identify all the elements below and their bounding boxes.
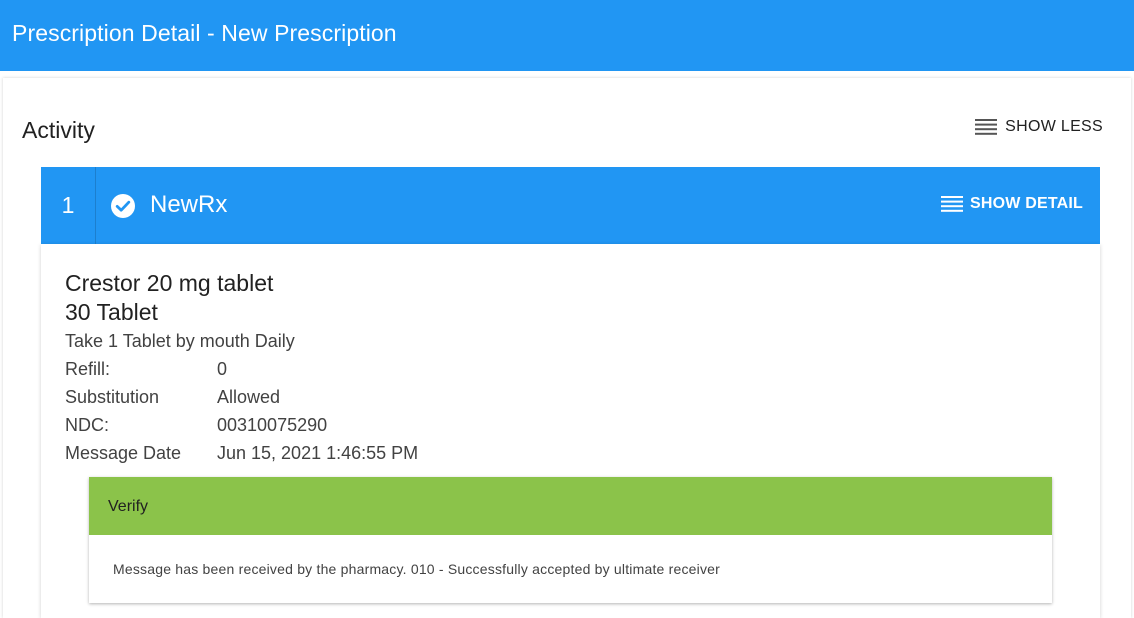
page-title: Prescription Detail - New Prescription — [12, 20, 397, 46]
detail-label: Substitution — [65, 387, 160, 407]
verify-title: Verify — [108, 498, 149, 515]
check-circle-icon — [111, 194, 135, 218]
drug-quantity: 30 Tablet — [65, 299, 158, 325]
step-number: 1 — [41, 167, 96, 244]
activity-step-newrx: 1 NewRx SHOW DETAIL Crestor 20 mg tablet… — [41, 167, 1100, 618]
step-body: Crestor 20 mg tablet 30 Tablet Take 1 Ta… — [41, 244, 1100, 618]
detail-value: 0 — [217, 359, 228, 379]
app-bar: Prescription Detail - New Prescription — [0, 0, 1134, 71]
show-detail-label: SHOW DETAIL — [969, 195, 1083, 212]
detail-label: Message Date — [65, 443, 182, 463]
activity-heading: Activity — [22, 117, 95, 143]
detail-label: Refill: — [65, 359, 111, 379]
menu-icon — [940, 196, 963, 212]
menu-icon — [975, 119, 998, 135]
drug-name: Crestor 20 mg tablet — [65, 270, 274, 296]
verify-header: Verify — [89, 477, 1052, 535]
activity-panel: Activity SHOW LESS 1 NewRx SHOW DETAIL C… — [3, 78, 1131, 618]
show-detail-button[interactable]: SHOW DETAIL — [940, 195, 1083, 213]
show-less-button[interactable]: SHOW LESS — [975, 118, 1103, 136]
detail-label: NDC: — [65, 415, 109, 435]
show-less-label: SHOW LESS — [1005, 118, 1103, 135]
detail-value: 00310075290 — [217, 415, 328, 435]
step-title: NewRx — [150, 191, 228, 218]
drug-sig: Take 1 Tablet by mouth Daily — [65, 331, 295, 351]
verify-card: Verify Message has been received by the … — [89, 477, 1052, 603]
step-header: 1 NewRx SHOW DETAIL — [41, 167, 1100, 244]
detail-value: Jun 15, 2021 1:46:55 PM — [217, 443, 419, 463]
detail-value: Allowed — [217, 387, 281, 407]
verify-message: Message has been received by the pharmac… — [113, 561, 721, 577]
